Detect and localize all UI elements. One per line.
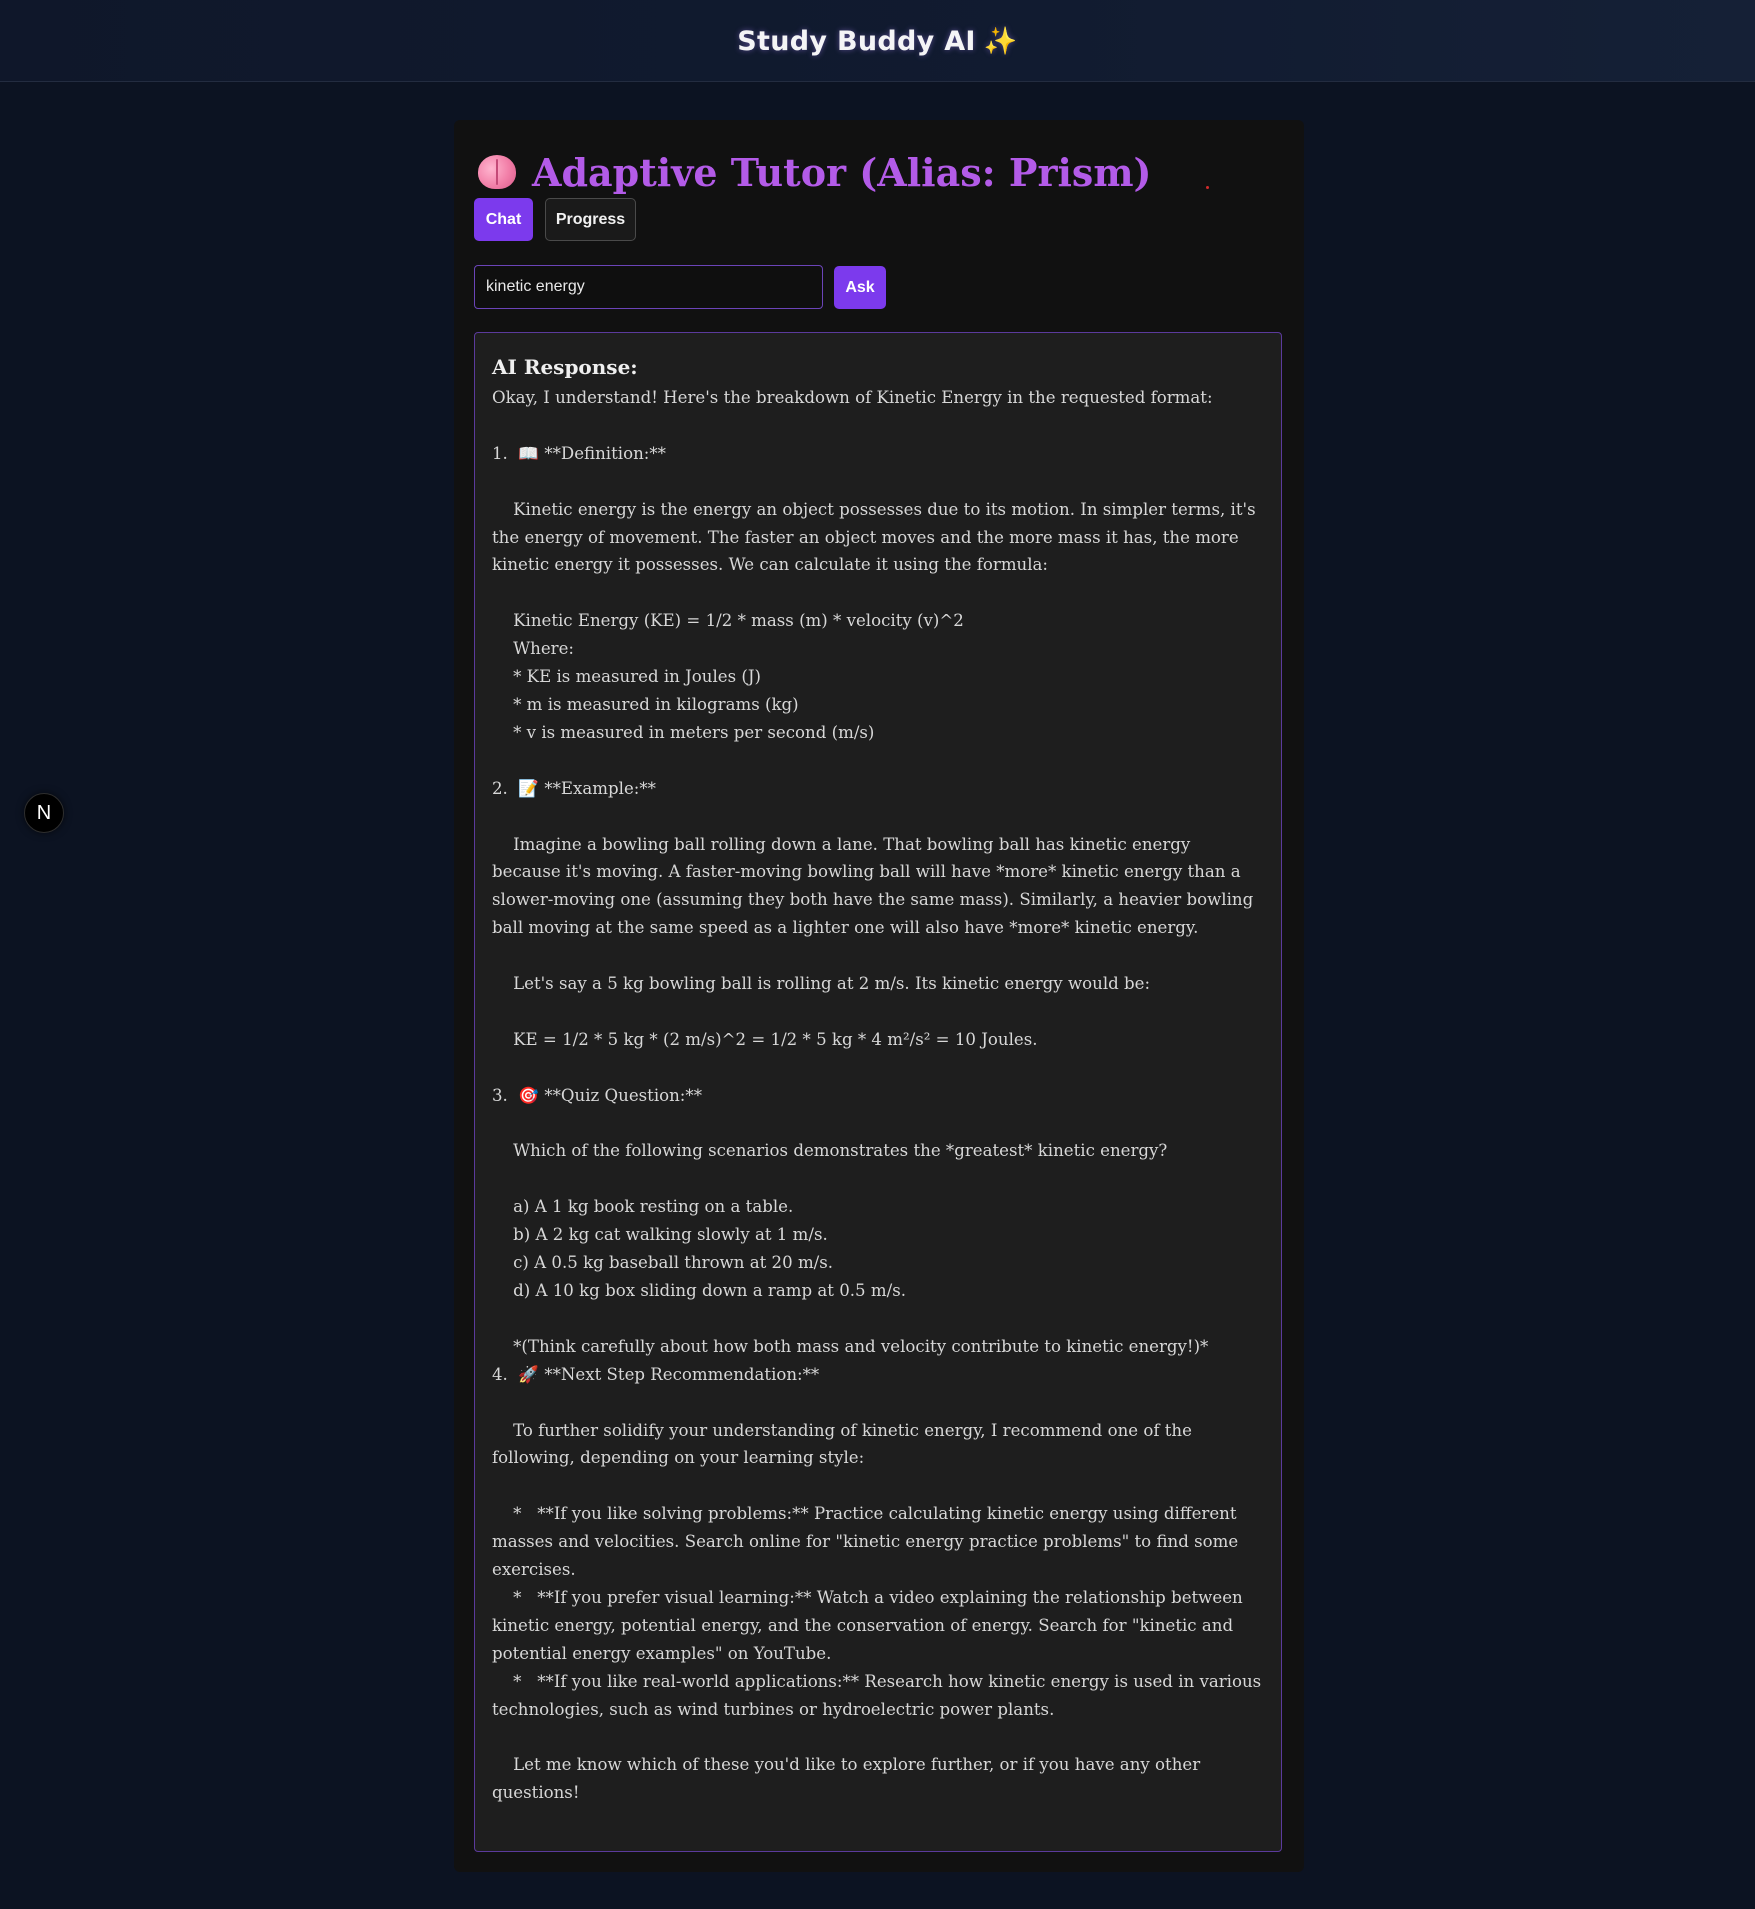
dev-tools-badge[interactable]: N [24,793,64,833]
tutor-title: Adaptive Tutor (Alias: Prism) [532,149,1152,195]
tab-chat[interactable]: Chat [474,198,533,241]
sparkles-icon: ✨ [983,25,1018,57]
app-title: Study Buddy AI ✨ [737,25,1017,57]
tutor-card: Adaptive Tutor (Alias: Prism) Chat Progr… [454,120,1304,1872]
brain-icon [478,155,516,189]
app-title-text: Study Buddy AI [737,25,976,57]
response-text: Okay, I understand! Here's the breakdown… [492,388,1262,1803]
tutor-heading: Adaptive Tutor (Alias: Prism) [478,142,1152,202]
question-input[interactable] [474,265,823,309]
ask-button[interactable]: Ask [834,266,886,309]
ai-response-panel: AI Response: Okay, I understand! Here's … [474,332,1282,1852]
tab-progress[interactable]: Progress [545,198,636,241]
question-form: Ask [474,265,886,309]
tab-bar: Chat Progress [474,198,636,241]
decorative-dot [1206,186,1209,189]
top-bar: Study Buddy AI ✨ [0,0,1755,82]
response-heading: AI Response: [492,355,638,379]
